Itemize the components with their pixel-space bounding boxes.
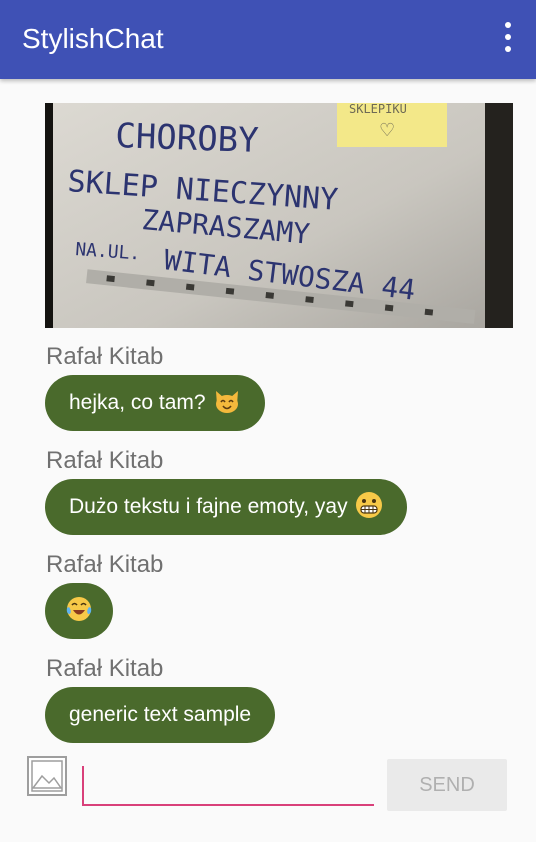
message-sender: Rafał Kitab — [46, 551, 164, 578]
app-title: StylishChat — [22, 23, 164, 54]
app-bar: StylishChat — [0, 0, 536, 79]
message-text: generic text sample — [69, 703, 252, 726]
message-bubble[interactable]: hejka, co tam? — [45, 375, 266, 431]
message-bubble[interactable]: Dużo tekstu i fajne emoty, yay — [45, 479, 408, 535]
more-vert-icon[interactable] — [496, 22, 520, 52]
message-text: hejka, co tam? — [69, 391, 206, 414]
image-message[interactable]: SKLEPIKU ♡ CHOROBY SKLEP NIECZYNNY ZAPRA… — [45, 103, 513, 328]
message-sender: Rafał Kitab — [46, 447, 164, 474]
message-input[interactable] — [82, 760, 374, 806]
message-bubble[interactable]: generic text sample — [45, 687, 276, 743]
message-sender: Rafał Kitab — [46, 343, 164, 370]
sign-photo: SKLEPIKU ♡ CHOROBY SKLEP NIECZYNNY ZAPRA… — [45, 103, 513, 328]
text-cursor — [82, 766, 84, 804]
message-bubble[interactable] — [45, 583, 113, 639]
svg-text:♡: ♡ — [379, 120, 395, 141]
image-icon[interactable] — [27, 756, 67, 796]
svg-text:SKLEPIKU: SKLEPIKU — [349, 103, 407, 116]
svg-text:CHOROBY: CHOROBY — [115, 116, 260, 161]
tears-of-joy-icon — [66, 597, 92, 622]
grimacing-face-icon — [356, 492, 383, 519]
message-text: Dużo tekstu i fajne emoty, yay — [69, 495, 348, 518]
message-sender: Rafał Kitab — [46, 655, 164, 682]
send-button[interactable]: SEND — [387, 759, 507, 811]
cat-smile-icon — [216, 391, 239, 414]
